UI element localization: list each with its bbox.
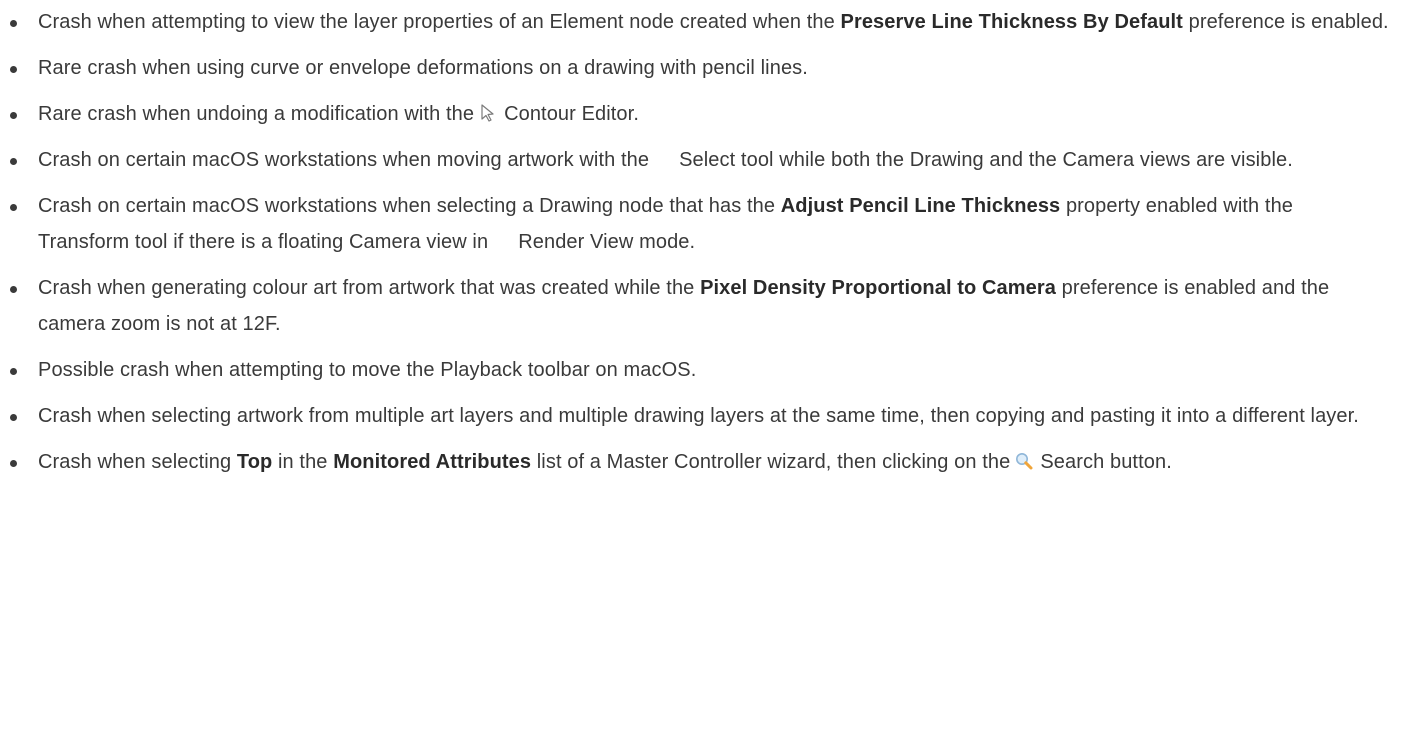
render-view-icon bbox=[492, 231, 512, 251]
item-text: Rare crash when using curve or envelope … bbox=[38, 57, 808, 79]
attribute-name: Top bbox=[236, 451, 273, 473]
list-item: Crash when selecting Top in the Monitore… bbox=[0, 444, 1403, 480]
item-text: Search button. bbox=[1040, 451, 1172, 473]
list-item: Crash when attempting to view the layer … bbox=[0, 4, 1403, 40]
bullet bbox=[10, 20, 17, 27]
preference-name: Preserve Line Thickness By Default bbox=[840, 11, 1183, 33]
list-item: Crash on certain macOS workstations when… bbox=[0, 142, 1403, 178]
item-text: Possible crash when attempting to move t… bbox=[38, 359, 697, 381]
item-text: Crash on certain macOS workstations when… bbox=[38, 195, 781, 217]
item-text: Crash on certain macOS workstations when… bbox=[38, 149, 650, 171]
item-text: Transform tool if there is a floating Ca… bbox=[38, 231, 489, 253]
select-tool-icon bbox=[653, 149, 673, 169]
list-item: Rare crash when using curve or envelope … bbox=[0, 50, 1403, 86]
list-name: Monitored Attributes bbox=[333, 451, 532, 473]
item-text: preference is enabled. bbox=[1182, 11, 1389, 33]
search-magnifier-icon bbox=[1016, 453, 1033, 470]
item-text: property enabled with the bbox=[1060, 195, 1294, 217]
item-text: Crash when selecting bbox=[38, 451, 237, 473]
item-text: Select tool while both the Drawing and t… bbox=[679, 149, 1293, 171]
item-text: Rare crash when undoing a modification w… bbox=[38, 103, 475, 125]
list-item: Possible crash when attempting to move t… bbox=[0, 352, 1403, 388]
property-name: Adjust Pencil Line Thickness bbox=[780, 195, 1061, 217]
item-text: Crash when generating colour art from ar… bbox=[38, 277, 701, 299]
item-text: Contour Editor. bbox=[504, 103, 639, 125]
release-notes-list: Crash when attempting to view the layer … bbox=[0, 4, 1403, 490]
bullet bbox=[10, 414, 17, 421]
bullet bbox=[10, 368, 17, 375]
item-text: Crash when selecting artwork from multip… bbox=[38, 405, 1359, 427]
bullet bbox=[10, 460, 17, 467]
bullet bbox=[10, 112, 17, 119]
contour-editor-arrow-icon bbox=[481, 104, 494, 122]
item-text: list of a Master Controller wizard, then… bbox=[531, 451, 1011, 473]
list-item: Rare crash when undoing a modification w… bbox=[0, 96, 1403, 132]
bullet bbox=[10, 158, 17, 165]
list-item: Crash on certain macOS workstations when… bbox=[0, 188, 1403, 260]
list-item: Crash when generating colour art from ar… bbox=[0, 270, 1403, 342]
bullet bbox=[10, 66, 17, 73]
transform-tool-icon bbox=[1297, 195, 1317, 215]
preference-name: Pixel Density Proportional to Camera bbox=[700, 277, 1056, 299]
item-text: in the bbox=[272, 451, 334, 473]
bullet bbox=[10, 204, 17, 211]
list-item: Crash when selecting artwork from multip… bbox=[0, 398, 1403, 434]
item-text: Render View mode. bbox=[518, 231, 696, 253]
item-text: Crash when attempting to view the layer … bbox=[38, 11, 841, 33]
bullet bbox=[10, 286, 17, 293]
